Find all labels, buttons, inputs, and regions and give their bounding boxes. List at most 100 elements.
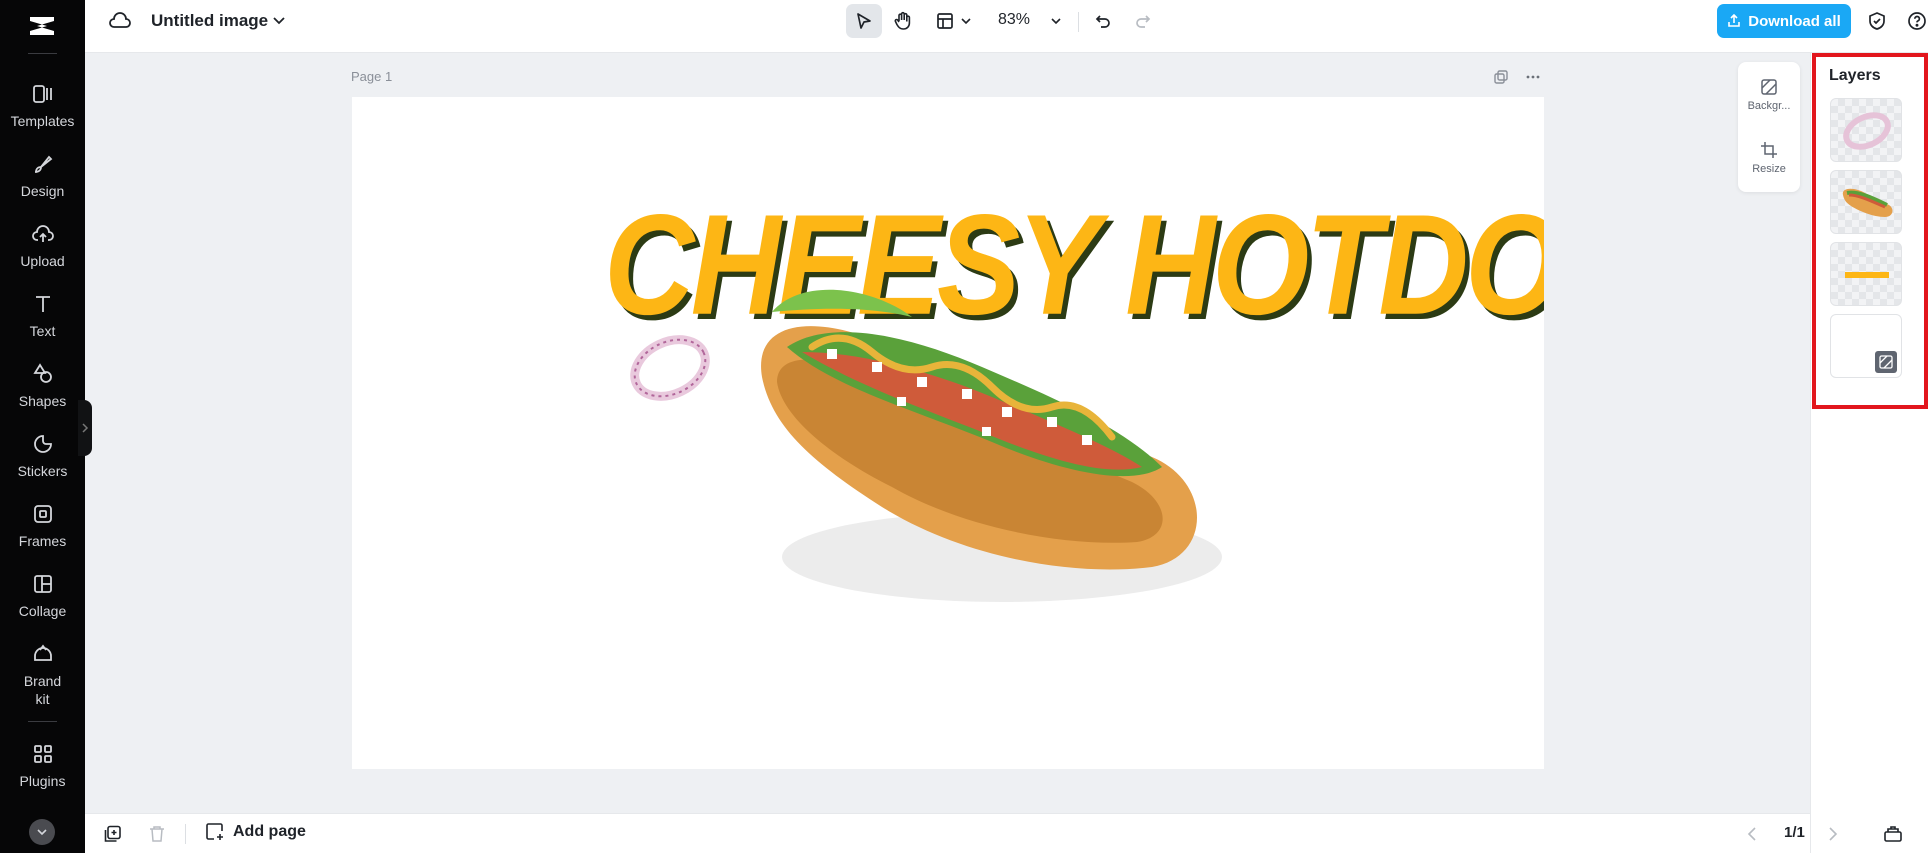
layer-hotdog[interactable] [1830, 170, 1902, 234]
chevron-down-icon [961, 18, 971, 25]
templates-icon [31, 82, 55, 106]
help-button[interactable] [1904, 8, 1928, 34]
export-icon [1728, 14, 1741, 27]
upload-icon [31, 222, 55, 246]
page-indicator: 1/1 [1784, 824, 1805, 841]
sidebar-item-label: Plugins [19, 773, 66, 789]
layer-onion-ring[interactable] [1830, 98, 1902, 162]
sidebar-item-shapes[interactable]: Shapes [0, 362, 85, 410]
cloud-save-icon[interactable] [107, 10, 133, 32]
capcut-logo-icon[interactable] [24, 8, 60, 44]
toolbar-divider [1078, 12, 1079, 32]
sidebar-item-label: Templates [10, 113, 75, 129]
zoom-level[interactable]: 83% [998, 11, 1030, 29]
page-manager-button[interactable] [1882, 824, 1904, 844]
undo-icon [1095, 15, 1110, 28]
sidebar-divider [28, 53, 57, 54]
top-bar: Untitled image 83% Download all [85, 0, 1928, 53]
shapes-icon [31, 362, 55, 386]
layers-title: Layers [1829, 67, 1881, 84]
background-button[interactable]: Backgr... [1738, 78, 1800, 112]
bottom-divider [185, 824, 186, 844]
sidebar-item-frames[interactable]: Frames [0, 502, 85, 550]
next-page-button[interactable] [1823, 824, 1843, 844]
brand-kit-icon [31, 642, 55, 666]
shield-check-icon [1869, 12, 1885, 30]
document-title[interactable]: Untitled image [151, 11, 268, 31]
cursor-icon [857, 13, 871, 29]
add-page-button[interactable]: Add page [205, 822, 306, 842]
copy-icon [1494, 70, 1508, 84]
design-icon [31, 152, 55, 176]
sidebar-item-design[interactable]: Design [0, 152, 85, 200]
download-all-label: Download all [1748, 12, 1841, 30]
previous-page-button[interactable] [1742, 824, 1762, 844]
pages-icon [1884, 826, 1902, 842]
duplicate-page-button[interactable] [1492, 68, 1510, 86]
chevron-down-icon [37, 829, 47, 836]
sidebar-item-brand-kit[interactable]: Brand kit [0, 642, 85, 708]
sidebar-item-label: Shapes [18, 393, 67, 409]
background-layer-icon [1875, 351, 1897, 373]
sidebar-divider [28, 721, 57, 722]
headline-thumbnail [1845, 272, 1889, 278]
layer-background[interactable] [1830, 314, 1902, 378]
background-icon [1761, 79, 1777, 95]
title-chevron-down-icon[interactable] [270, 12, 288, 30]
stickers-icon [31, 432, 55, 456]
sidebar-item-label: Frames [18, 533, 67, 549]
layers-panel: Layers [1810, 53, 1928, 853]
sidebar-item-stickers[interactable]: Stickers [0, 432, 85, 480]
chevron-right-icon [82, 423, 89, 433]
undo-button[interactable] [1090, 8, 1116, 34]
add-page-label: Add page [233, 823, 306, 840]
sidebar-item-upload[interactable]: Upload [0, 222, 85, 270]
onion-ring-image[interactable] [627, 333, 713, 403]
sidebar-item-label: Upload [20, 253, 65, 269]
add-page-icon [206, 823, 223, 840]
sidebar-item-label: Text [29, 323, 56, 339]
zoom-chevron-down-icon[interactable] [1047, 12, 1065, 30]
resize-icon [1761, 142, 1777, 158]
redo-icon [1136, 15, 1151, 28]
hand-icon [894, 11, 911, 30]
left-sidebar: Templates Design Upload Text Shapes Stic… [0, 0, 85, 853]
layout-menu-button[interactable] [930, 4, 978, 38]
sidebar-item-plugins[interactable]: Plugins [0, 742, 85, 790]
hotdog-thumbnail [1842, 188, 1893, 217]
bottom-bar: Add page 1/1 [85, 813, 1838, 853]
sidebar-item-templates[interactable]: Templates [0, 82, 85, 130]
help-icon [1908, 12, 1926, 30]
account-menu-button[interactable] [29, 819, 55, 845]
sidebar-item-label: Design [20, 183, 65, 199]
onion-ring-thumbnail [1843, 112, 1891, 150]
design-canvas[interactable]: CHEESY HOTDOG [352, 97, 1544, 769]
hand-tool-button[interactable] [886, 4, 920, 38]
frames-icon [31, 502, 55, 526]
sidebar-item-text[interactable]: Text [0, 292, 85, 340]
page-tools-panel: Backgr... Resize [1738, 62, 1800, 192]
resize-label: Resize [1752, 163, 1786, 175]
layout-icon [937, 13, 953, 29]
plugins-icon [31, 742, 55, 766]
collage-icon [31, 572, 55, 596]
resize-button[interactable]: Resize [1738, 141, 1800, 175]
page-more-button[interactable] [1524, 68, 1542, 86]
page-label: Page 1 [351, 69, 393, 84]
select-tool-button[interactable] [846, 4, 882, 38]
background-label: Backgr... [1747, 100, 1791, 112]
layer-headline-text[interactable] [1830, 242, 1902, 306]
delete-page-button[interactable] [147, 824, 167, 844]
chevron-left-icon [1747, 827, 1756, 841]
download-all-button[interactable]: Download all [1717, 4, 1851, 38]
trash-icon [150, 826, 164, 842]
more-horizontal-icon [1526, 75, 1540, 79]
sidebar-item-label: Brand kit [23, 673, 62, 707]
sidebar-item-collage[interactable]: Collage [0, 572, 85, 620]
collapse-panel-handle[interactable] [78, 400, 92, 456]
shield-button[interactable] [1864, 8, 1890, 34]
hotdog-image[interactable] [732, 257, 1232, 627]
duplicate-page-bottom-button[interactable] [103, 824, 123, 844]
sidebar-item-label: Collage [18, 603, 67, 619]
redo-button[interactable] [1130, 8, 1156, 34]
